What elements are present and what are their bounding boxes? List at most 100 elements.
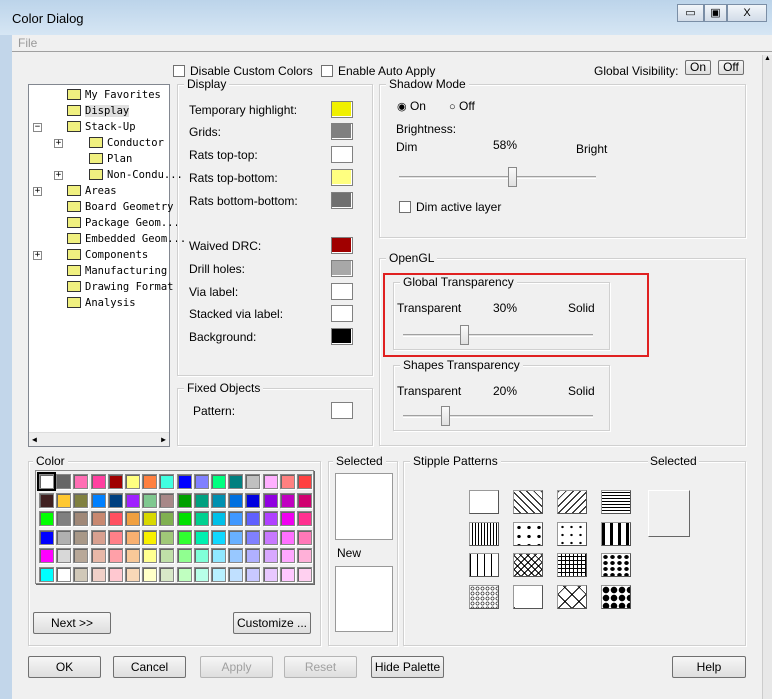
- tree-item[interactable]: Drawing Format: [67, 279, 174, 295]
- tree-item[interactable]: Components: [67, 247, 148, 263]
- next-button[interactable]: Next >>: [33, 612, 111, 634]
- palette-color[interactable]: [279, 566, 295, 582]
- shadow-off-radio[interactable]: ○ Off: [449, 99, 475, 113]
- stipple-plus-pattern[interactable]: [557, 521, 587, 546]
- palette-color[interactable]: [176, 529, 192, 545]
- palette-color[interactable]: [228, 566, 244, 582]
- palette-color[interactable]: [211, 511, 226, 526]
- palette-color[interactable]: [176, 492, 192, 508]
- palette-color[interactable]: [56, 566, 72, 582]
- category-tree[interactable]: ◀ ▶ My Favorites Display Stack-Up − Conductor…: [28, 84, 186, 447]
- palette-color[interactable]: [279, 529, 295, 545]
- stipple-octagon-pattern[interactable]: [513, 584, 543, 609]
- stipple-vertical-pattern[interactable]: [469, 521, 499, 546]
- palette-color[interactable]: [211, 529, 226, 545]
- palette-color[interactable]: [159, 566, 175, 582]
- palette-color[interactable]: [39, 548, 54, 563]
- palette-color[interactable]: [73, 474, 89, 489]
- palette-color[interactable]: [73, 548, 89, 563]
- palette-color[interactable]: [262, 529, 278, 545]
- palette-color[interactable]: [245, 492, 261, 508]
- palette-color[interactable]: [262, 566, 278, 582]
- stipple-dots-large-pattern[interactable]: [601, 553, 631, 577]
- palette-color[interactable]: [159, 529, 175, 545]
- palette-color[interactable]: [73, 529, 89, 545]
- brightness-slider-thumb[interactable]: [508, 167, 518, 187]
- expand-icon[interactable]: +: [54, 171, 63, 180]
- palette-color[interactable]: [125, 474, 140, 489]
- palette-color[interactable]: [297, 511, 312, 526]
- palette-color[interactable]: [193, 474, 209, 489]
- tree-item[interactable]: Areas: [67, 183, 117, 199]
- stipple-crosshatch-diag-pattern[interactable]: [513, 553, 543, 577]
- customize-button[interactable]: Customize ...: [233, 612, 311, 634]
- visibility-off-button[interactable]: Off: [718, 60, 744, 75]
- palette-color[interactable]: [73, 492, 89, 508]
- palette-color[interactable]: [142, 474, 158, 489]
- color-swatch[interactable]: [331, 101, 353, 118]
- palette-color[interactable]: [56, 529, 72, 545]
- scroll-right-icon[interactable]: ▶: [161, 435, 166, 444]
- tree-item[interactable]: Non-Condu...: [89, 167, 183, 183]
- stipple-ticks-pattern[interactable]: [469, 553, 499, 577]
- palette-color[interactable]: [193, 529, 209, 545]
- color-swatch[interactable]: [331, 283, 353, 300]
- palette-color[interactable]: [107, 511, 123, 526]
- color-swatch[interactable]: [331, 146, 353, 163]
- palette-color[interactable]: [56, 474, 72, 489]
- disable-custom-colors-checkbox[interactable]: Disable Custom Colors: [173, 64, 313, 78]
- help-button[interactable]: Help: [672, 656, 746, 678]
- palette-color[interactable]: [107, 529, 123, 545]
- palette-color[interactable]: [279, 492, 295, 508]
- tree-item[interactable]: Embedded Geom...: [67, 231, 186, 247]
- palette-color[interactable]: [262, 474, 278, 489]
- palette-color[interactable]: [193, 548, 209, 563]
- tree-item[interactable]: Manufacturing: [67, 263, 167, 279]
- palette-color[interactable]: [39, 529, 54, 545]
- pattern-swatch[interactable]: [331, 402, 353, 419]
- stipple-x-diamond-pattern[interactable]: [557, 584, 587, 609]
- tree-item[interactable]: My Favorites: [67, 87, 161, 103]
- palette-color[interactable]: [245, 529, 261, 545]
- palette-color[interactable]: [73, 511, 89, 526]
- palette-color[interactable]: [37, 472, 56, 491]
- stipple-solid-pattern[interactable]: [469, 490, 499, 514]
- palette-color[interactable]: [159, 548, 175, 563]
- palette-color[interactable]: [56, 492, 72, 508]
- palette-color[interactable]: [159, 511, 175, 526]
- palette-color[interactable]: [176, 566, 192, 582]
- cancel-button[interactable]: Cancel: [113, 656, 186, 678]
- palette-color[interactable]: [90, 566, 106, 582]
- expand-icon[interactable]: +: [54, 139, 63, 148]
- apply-button[interactable]: Apply: [200, 656, 273, 678]
- stipple-diamonds-pattern[interactable]: [601, 584, 631, 609]
- palette-color[interactable]: [193, 566, 209, 582]
- tree-item[interactable]: Stack-Up: [67, 119, 136, 135]
- palette-color[interactable]: [297, 492, 312, 508]
- collapse-icon[interactable]: −: [33, 123, 42, 132]
- palette-color[interactable]: [262, 492, 278, 508]
- palette-color[interactable]: [297, 548, 312, 563]
- palette-color[interactable]: [142, 548, 158, 563]
- palette-color[interactable]: [107, 492, 123, 508]
- tree-item[interactable]: Plan: [89, 151, 132, 167]
- expand-icon[interactable]: +: [33, 251, 42, 260]
- palette-color[interactable]: [297, 474, 312, 489]
- shapes-transparency-thumb[interactable]: [441, 406, 450, 426]
- scroll-left-icon[interactable]: ◀: [32, 435, 37, 444]
- palette-color[interactable]: [245, 474, 261, 489]
- color-swatch[interactable]: [331, 237, 353, 254]
- palette-color[interactable]: [56, 511, 72, 526]
- palette-color[interactable]: [245, 566, 261, 582]
- palette-color[interactable]: [176, 474, 192, 489]
- palette-color[interactable]: [90, 474, 106, 489]
- palette-color[interactable]: [107, 566, 123, 582]
- stipple-diag-fwd-pattern[interactable]: [557, 490, 587, 514]
- close-button[interactable]: X: [727, 4, 767, 22]
- vertical-scrollbar[interactable]: ▲: [762, 55, 772, 699]
- dim-active-layer-checkbox[interactable]: Dim active layer: [399, 200, 501, 214]
- color-swatch[interactable]: [331, 305, 353, 322]
- palette-color[interactable]: [39, 566, 54, 582]
- shadow-on-radio[interactable]: ◉ On: [397, 99, 426, 113]
- palette-color[interactable]: [39, 511, 54, 526]
